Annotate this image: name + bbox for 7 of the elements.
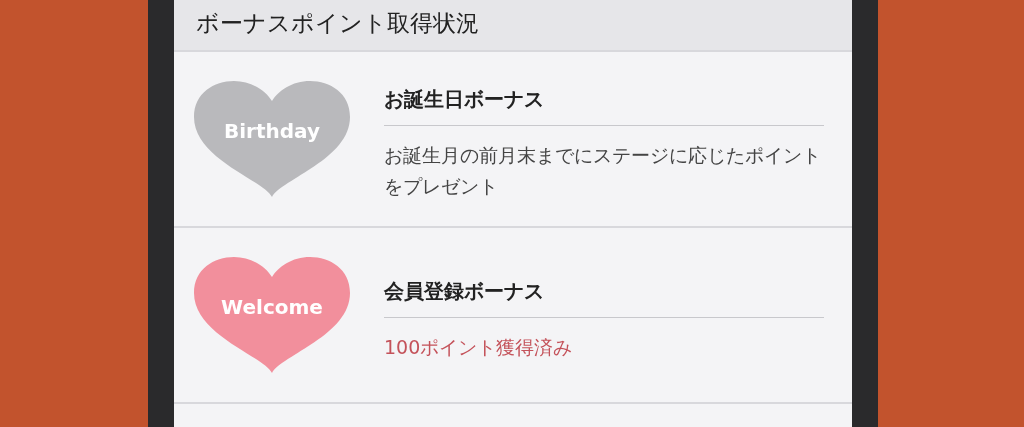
bonus-detail: お誕生月の前月末までにステージに応じたポイントをプレゼント bbox=[384, 143, 822, 199]
badge-label: Birthday bbox=[223, 119, 321, 143]
bonus-title: お誕生日ボーナス bbox=[384, 76, 824, 126]
section-title: ボーナスポイント取得状況 bbox=[174, 0, 852, 52]
badge-label: Welcome bbox=[220, 295, 324, 319]
bonus-title: 会員登録ボーナス bbox=[384, 267, 824, 318]
bonus-detail: 100ポイント獲得済み bbox=[384, 334, 574, 360]
